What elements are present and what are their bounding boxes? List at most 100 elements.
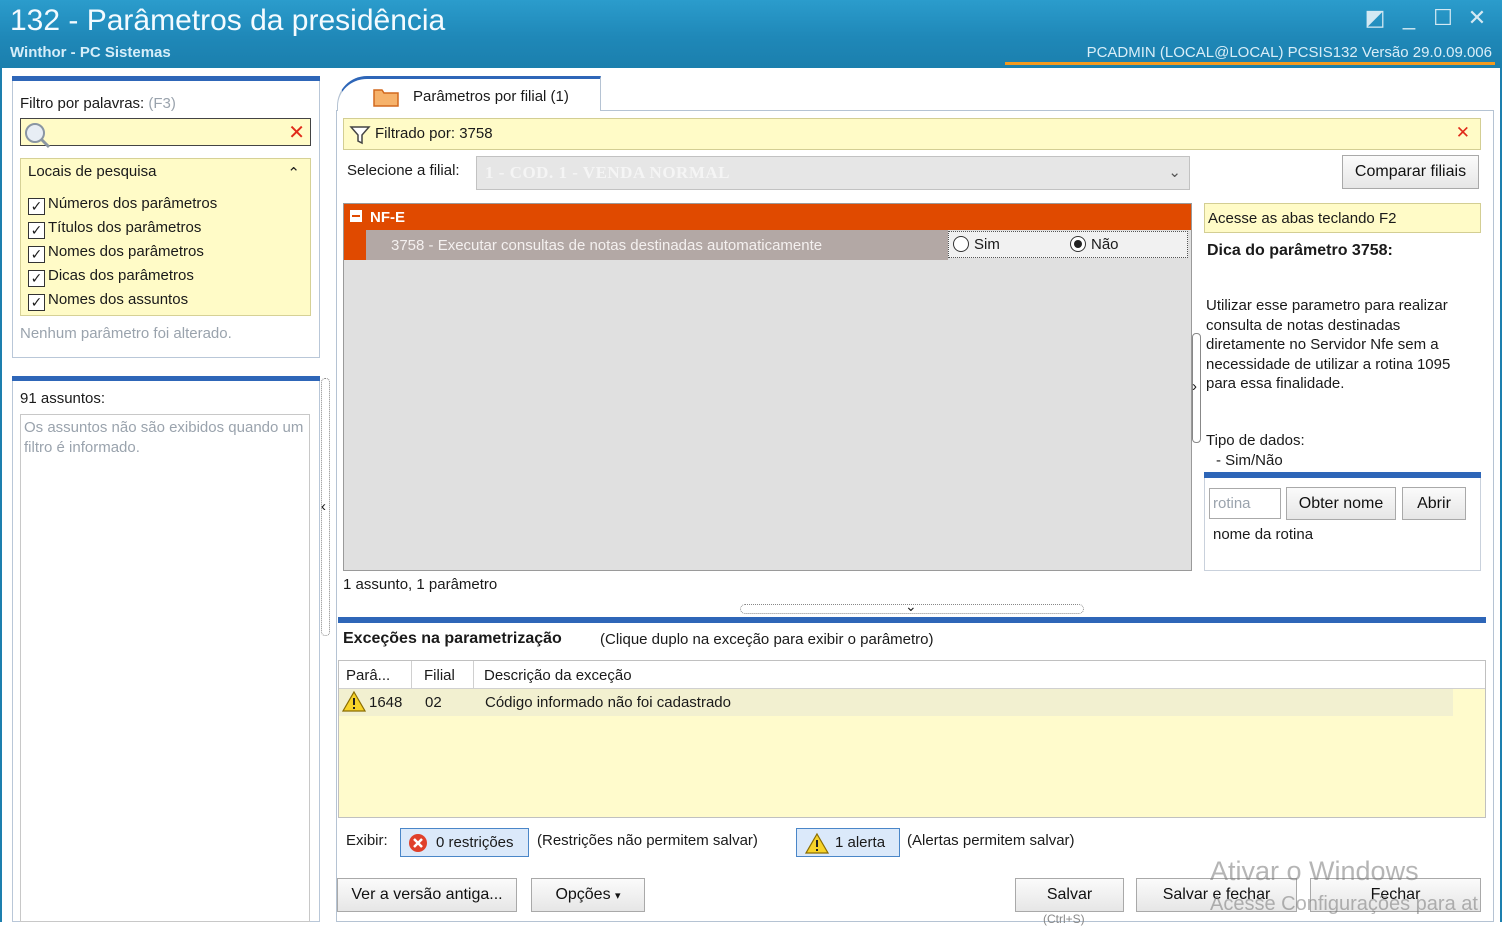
group-header[interactable]: NF-E — [344, 204, 1191, 230]
exibir-label: Exibir: — [346, 832, 388, 849]
row-param: 1648 — [369, 694, 403, 711]
session-info: PCADMIN (LOCAL@LOCAL) PCSIS132 Versão 29… — [1086, 44, 1492, 61]
error-icon — [409, 834, 427, 852]
panel-border — [12, 76, 320, 81]
exceptions-hint: (Clique duplo na exceção para exibir o p… — [600, 631, 934, 648]
table-row[interactable]: 1648 02 Código informado não foi cadastr… — [339, 689, 1453, 716]
opcoes-button[interactable]: Opções ▾ — [531, 878, 645, 912]
filter-icon — [349, 126, 371, 145]
clear-filter-icon[interactable]: ✕ — [1456, 123, 1470, 143]
location-label: Títulos dos parâmetros — [48, 219, 202, 236]
assuntos-list[interactable]: Os assuntos não são exibidos quando um f… — [20, 414, 310, 922]
filter-bar: Filtrado por: 3758 ✕ — [343, 118, 1481, 150]
assuntos-title: 91 assuntos: — [20, 390, 106, 407]
chevron-down-icon: ⌄ — [1168, 164, 1181, 181]
tab-label: Parâmetros por filial (1) — [413, 88, 569, 105]
col-filial[interactable]: Filial — [424, 667, 455, 684]
compare-filiais-button[interactable]: Comparar filiais — [1342, 155, 1479, 189]
radio-nao[interactable] — [1070, 236, 1086, 252]
location-option[interactable]: ✓ Números dos parâmetros — [28, 193, 217, 215]
warning-icon — [342, 690, 366, 712]
filter-label: Filtro por palavras: (F3) — [20, 95, 176, 112]
checkbox-icon[interactable]: ✓ — [28, 198, 45, 215]
param-text: 3758 - Executar consultas de notas desti… — [391, 237, 823, 254]
restricoes-label: 0 restrições — [436, 834, 514, 851]
row-description: Código informado não foi cadastrado — [485, 694, 731, 711]
access-hint-bar: Acesse as abas teclando F2 — [1204, 203, 1481, 233]
table-header: Parâ... Filial Descrição da exceção — [339, 661, 1485, 689]
checkbox-icon[interactable]: ✓ — [28, 294, 45, 311]
minimize-icon[interactable]: _ — [1394, 6, 1424, 32]
type-value: - Sim/Não — [1216, 452, 1283, 469]
dropdown-arrow-icon: ▾ — [615, 890, 621, 902]
radio-sim[interactable] — [953, 236, 969, 252]
restricoes-toggle[interactable]: 0 restrições — [400, 828, 529, 857]
chevron-left-icon[interactable]: ‹ — [321, 498, 326, 515]
location-label: Nomes dos assuntos — [48, 291, 189, 308]
alerta-label: 1 alerta — [835, 834, 886, 851]
location-option[interactable]: ✓ Títulos dos parâmetros — [28, 217, 201, 239]
filter-hint: (F3) — [148, 95, 176, 112]
checkbox-icon[interactable]: ✓ — [28, 246, 45, 263]
column-divider — [473, 661, 474, 689]
title-bar: 132 - Parâmetros da presidência Winthor … — [0, 0, 1502, 68]
location-option[interactable]: ✓ Nomes dos parâmetros — [28, 241, 204, 263]
restore-edit-icon[interactable]: ◩ — [1360, 6, 1390, 32]
row-filial: 02 — [425, 694, 442, 711]
salvar-button[interactable]: Salvar — [1015, 878, 1124, 912]
col-param[interactable]: Parâ... — [346, 667, 390, 684]
panel-border — [1204, 472, 1481, 478]
checkbox-icon[interactable]: ✓ — [28, 222, 45, 239]
param-row[interactable]: 3758 - Executar consultas de notas desti… — [366, 230, 948, 260]
location-option[interactable]: ✓ Nomes dos assuntos — [28, 289, 188, 311]
location-option[interactable]: ✓ Dicas dos parâmetros — [28, 265, 194, 287]
col-descricao[interactable]: Descrição da exceção — [484, 667, 632, 684]
filter-text: Filtrado por: 3758 — [375, 125, 493, 142]
rotina-name: nome da rotina — [1213, 526, 1314, 543]
obter-nome-button[interactable]: Obter nome — [1286, 487, 1396, 520]
close-window-icon[interactable]: ✕ — [1462, 6, 1492, 32]
filial-value: 1 - COD. 1 - VENDA NORMAL — [485, 163, 730, 182]
search-input[interactable]: ✕ — [20, 118, 311, 149]
clear-search-icon[interactable]: ✕ — [288, 120, 305, 145]
window-subtitle: Winthor - PC Sistemas — [10, 44, 171, 61]
salvar-shortcut: (Ctrl+S) — [1043, 912, 1085, 926]
tip-body: Utilizar esse parametro para realizar co… — [1206, 297, 1451, 392]
checkbox-icon[interactable]: ✓ — [28, 270, 45, 287]
chevron-right-icon[interactable]: › — [1192, 378, 1197, 395]
type-label: Tipo de dados: — [1206, 432, 1305, 449]
collapse-group-icon[interactable] — [350, 210, 362, 222]
tip-title: Dica do parâmetro 3758: — [1207, 242, 1393, 259]
panel-border — [12, 376, 320, 381]
assuntos-message: Os assuntos não são exibidos quando um f… — [24, 419, 304, 456]
filial-select[interactable]: 1 - COD. 1 - VENDA NORMAL ⌄ — [476, 156, 1190, 190]
abrir-button[interactable]: Abrir — [1402, 487, 1466, 520]
alerta-note: (Alertas permitem salvar) — [907, 832, 1075, 849]
rotina-placeholder: rotina — [1213, 495, 1251, 512]
parameter-tree[interactable]: NF-E 3758 - Executar consultas de notas … — [343, 203, 1192, 571]
chevron-down-small-icon[interactable]: ⌄ — [905, 598, 917, 615]
radio-sim-label: Sim — [974, 236, 1000, 253]
alerta-toggle[interactable]: 1 alerta — [796, 828, 900, 857]
collapse-icon[interactable]: ⌃ — [287, 164, 300, 182]
tree-summary: 1 assunto, 1 parâmetro — [343, 576, 498, 593]
restricoes-note: (Restrições não permitem salvar) — [537, 832, 758, 849]
search-icon — [25, 123, 51, 149]
tab-parametros-filial[interactable]: Parâmetros por filial (1) — [337, 76, 601, 111]
versao-antiga-button[interactable]: Ver a versão antiga... — [337, 878, 517, 912]
salvar-fechar-button[interactable]: Salvar e fechar — [1136, 878, 1297, 912]
opcoes-label: Opções — [555, 886, 611, 903]
rotina-input[interactable]: rotina — [1209, 488, 1281, 519]
maximize-icon[interactable]: ☐ — [1428, 6, 1458, 32]
exceptions-table[interactable]: Parâ... Filial Descrição da exceção 1648… — [338, 660, 1486, 818]
filial-label: Selecione a filial: — [347, 162, 460, 179]
location-label: Nomes dos parâmetros — [48, 243, 204, 260]
warning-icon — [805, 832, 829, 854]
fechar-button[interactable]: Fechar — [1310, 878, 1481, 912]
group-marker — [344, 230, 366, 260]
group-label: NF-E — [370, 209, 405, 226]
title-accent-line — [1005, 62, 1495, 65]
exceptions-border — [338, 617, 1486, 623]
search-locations: Locais de pesquisa ⌃ ✓ Números dos parâme… — [20, 158, 311, 316]
exceptions-title: Exceções na parametrização — [343, 630, 562, 647]
